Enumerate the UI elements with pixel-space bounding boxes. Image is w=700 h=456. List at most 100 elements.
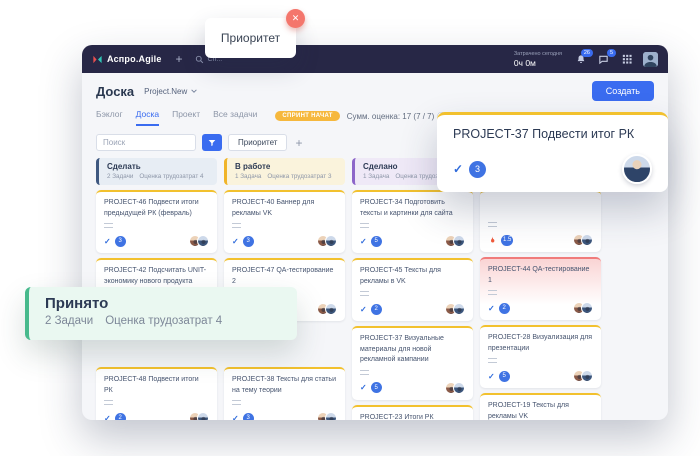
assignee-avatars [193,412,209,420]
filter-button[interactable] [202,134,222,151]
task-card[interactable]: 1.5 [480,190,601,252]
task-title: PROJECT-45 Тексты для рекламы в VK [360,266,465,287]
assignee-avatars [577,370,593,382]
sprint-summary: Сумм. оценка: 17 (7 / 7) [347,112,435,121]
check-icon: ✓ [488,304,495,313]
assignee-avatar [197,412,209,420]
task-title: PROJECT-37 Визуальные материалы для ново… [360,334,465,366]
app-logo[interactable]: Аспро.Agile [92,54,162,65]
task-title: PROJECT-42 Подсчитать UNIT-экономику нов… [104,266,209,287]
task-card-footer: ✓2 [104,412,209,420]
task-title: PROJECT-46 Подвести итоги предыдущей РК … [104,198,209,219]
description-icon [360,223,369,228]
quick-add-icon[interactable]: + [176,53,183,65]
task-card[interactable]: PROJECT-37 Визуальные материалы для ново… [352,326,473,400]
assignee-avatar [197,235,209,247]
task-score-badge: 3 [469,161,486,178]
create-button[interactable]: Создать [592,81,654,101]
column-task-count: 2 Задачи [107,173,133,180]
user-avatar[interactable] [643,52,658,67]
task-card-callout: PROJECT-37 Подвести итог РК ✓ 3 [437,112,668,192]
apps-menu-button[interactable] [620,53,633,66]
assignee-avatar [581,302,593,314]
topbar: Аспро.Agile + Сп... Затрачено сегодня 0ч… [82,45,668,73]
grid-icon [622,54,632,64]
check-icon: ✓ [360,383,367,392]
description-icon [104,400,113,405]
description-icon [232,223,241,228]
description-icon [360,291,369,296]
accepted-callout-count: 2 Задачи [45,315,93,327]
task-card[interactable]: PROJECT-44 QA-тестирование 1✓2 [480,257,601,320]
accepted-callout-title: Принято [45,295,281,312]
column-task-count: 1 Задача [235,173,261,180]
time-label: Затрачено сегодня [514,51,562,57]
search-input[interactable] [96,134,196,151]
task-score-badge: 2 [115,413,126,421]
accepted-callout-estimate: Оценка трудозатрат 4 [105,315,222,327]
task-card-footer: ✓3 [232,412,337,420]
project-select[interactable]: Project.New [144,87,197,96]
time-value: 0ч 0м [514,58,562,68]
tab-Все задачи[interactable]: Все задачи [213,106,257,126]
logo-icon [92,54,103,65]
messages-badge: 5 [607,49,616,58]
assignee-avatars [449,382,465,394]
task-title: PROJECT-34 Подготовить тексты и картинки… [360,198,465,219]
assignee-avatars [321,412,337,420]
tab-Бэклог[interactable]: Бэклог [96,106,123,126]
task-callout-title: PROJECT-37 Подвести итог РК [453,127,652,141]
description-icon [232,400,241,405]
task-title: PROJECT-23 Итоги РК [360,413,465,421]
task-card[interactable]: PROJECT-23 Итоги РК✓5 [352,405,473,421]
task-card-footer: ✓3 [104,235,209,247]
task-card-footer: ✓5 [360,382,465,394]
assignee-avatar [453,235,465,247]
task-card-footer: ✓5 [360,235,465,247]
tab-Проект[interactable]: Проект [172,106,200,126]
column-header[interactable]: В работе 1 Задача Оценка трудозатрат 3 [224,158,345,185]
description-icon [488,358,497,363]
logo-text: Аспро.Agile [107,54,162,64]
funnel-icon [208,139,216,147]
add-filter-button[interactable]: + [295,136,302,150]
board-column: Принято2 ЗадачиОценка трудозатрат 41.5PR… [480,158,601,420]
check-icon: ✓ [232,414,239,421]
task-card[interactable]: PROJECT-19 Тексты для рекламы VK✓5 [480,393,601,420]
fire-icon [488,235,497,245]
assignee-avatar [325,235,337,247]
task-card[interactable]: PROJECT-34 Подготовить тексты и картинки… [352,190,473,253]
description-icon [360,370,369,375]
task-card[interactable]: PROJECT-48 Подвести итоги РК ✓2 [96,367,217,420]
task-card-footer: ✓3 [232,235,337,247]
description-icon [488,290,497,295]
task-card[interactable]: PROJECT-28 Визуализация для презентации✓… [480,325,601,388]
column-name: В работе [235,162,337,171]
task-score-badge: 2 [499,303,510,314]
page: Аспро.Agile + Сп... Затрачено сегодня 0ч… [0,0,700,456]
task-card[interactable]: PROJECT-46 Подвести итоги предыдущей РК … [96,190,217,253]
column-task-count: 1 Задача [363,173,389,180]
task-title: PROJECT-48 Подвести итоги РК [104,375,209,396]
task-card[interactable]: PROJECT-40 Баннер для рекламы VK✓3 [224,190,345,253]
task-card[interactable]: PROJECT-38 Тексты для статьи на тему тео… [224,367,345,420]
sprint-status-badge: СПРИНТ НАЧАТ [275,111,339,121]
task-card-footer: ✓2 [488,302,593,314]
priority-filter-chip[interactable]: Приоритет [228,134,287,151]
task-card[interactable]: PROJECT-45 Тексты для рекламы в VK ✓2 [352,258,473,321]
task-score-badge: 5 [371,236,382,247]
notifications-button[interactable]: 26 [574,53,587,66]
assignee-avatar [453,303,465,315]
messages-button[interactable]: 5 [597,53,610,66]
close-icon[interactable]: ✕ [286,9,305,28]
column-estimate: Оценка трудозатрат 3 [267,173,331,180]
search-icon [195,55,204,64]
page-title: Доска [96,84,134,99]
assignee-avatar [325,303,337,315]
assignee-avatars [449,303,465,315]
task-score-badge: 5 [499,371,510,382]
tab-Доска[interactable]: Доска [136,106,159,126]
priority-tooltip-label: Приоритет [221,31,280,45]
column-header[interactable]: Сделать2 ЗадачиОценка трудозатрат 4 [96,158,217,185]
task-card-footer: ✓2 [360,303,465,315]
